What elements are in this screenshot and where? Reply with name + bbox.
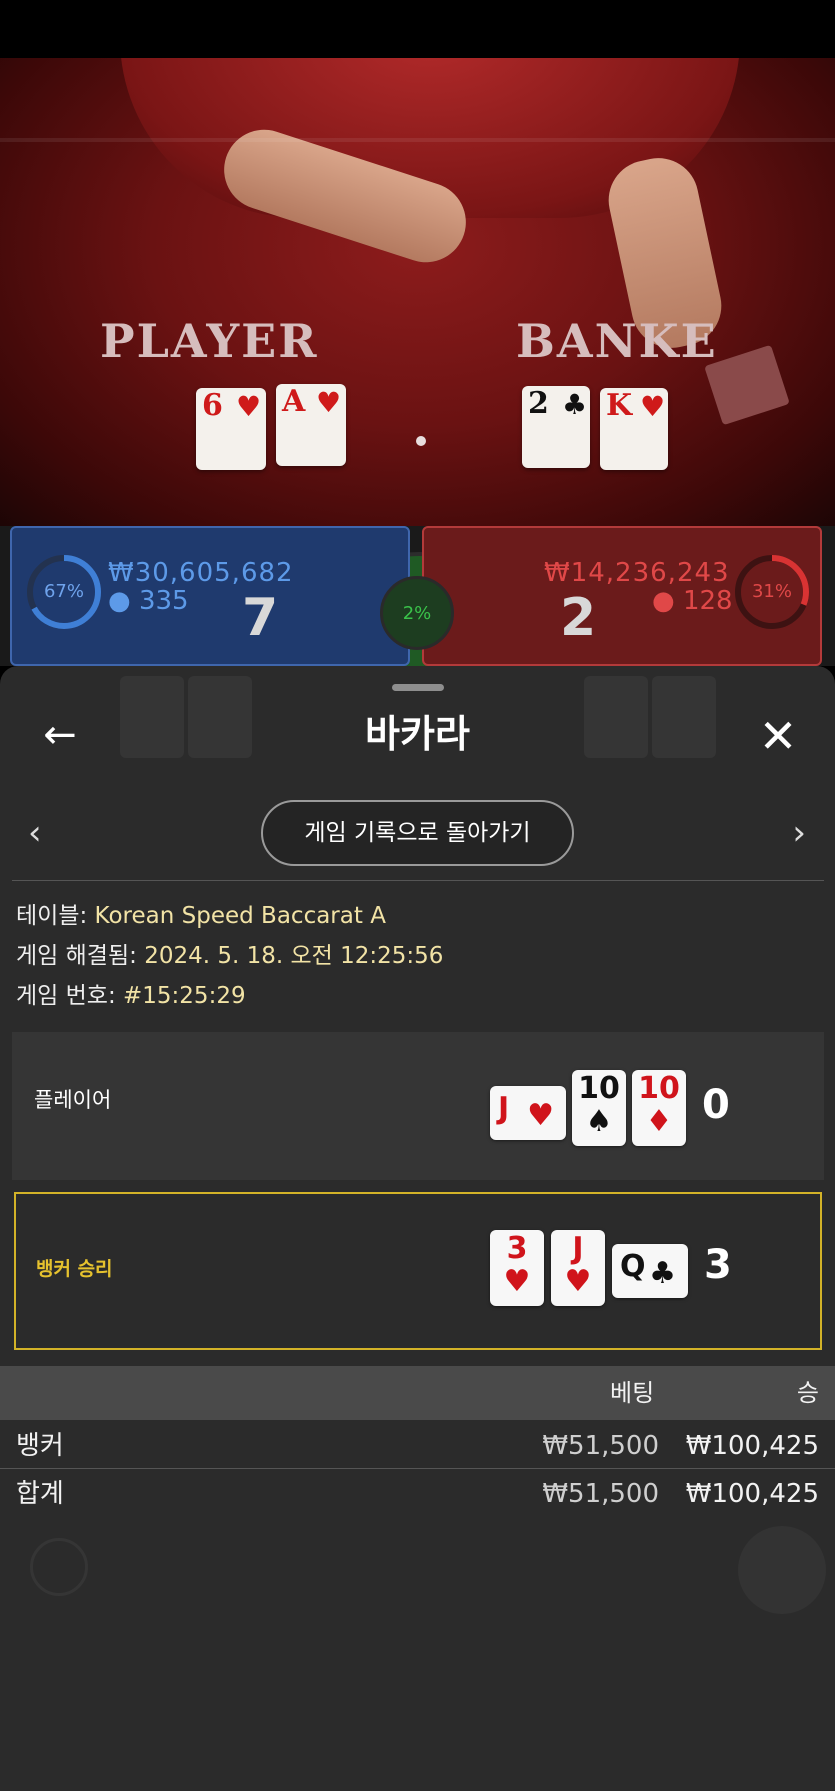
banker-result-card-1: 3 ♥ [490,1230,544,1306]
total-win-amount: ₩100,425 [685,1479,819,1509]
banker-result-row: 뱅커 승리 3 ♥ J ♥ Q ♣ 3 [14,1192,822,1350]
card-suit: ♥ [503,1264,531,1299]
banker-bet-panel[interactable]: ₩14,236,243 ● 128 2 31% [422,526,822,666]
banker-result-score: 3 [704,1242,732,1288]
banker-total-amount: ₩14,236,243 [544,558,730,588]
table-edge [0,138,835,142]
bets-table-header: 베팅 승 [0,1366,835,1420]
sheet-drag-handle[interactable] [392,684,444,691]
table-label-player: PLAYER [100,314,319,368]
live-video: PLAYER BANKE 6 ♥ A ♥ 2 ♣ K ♥ [0,58,835,528]
info-table-value: Korean Speed Baccarat A [94,903,386,929]
card-suit: ♥ [564,1264,592,1299]
card-rank: Q [620,1249,646,1284]
card-rank: 6 [202,388,223,423]
sheet-title: 바카라 [365,712,470,756]
banker-result-card-3: Q ♣ [612,1244,688,1298]
info-table-label: 테이블: [16,903,88,929]
status-bar [0,0,835,58]
video-player-card-2: A ♥ [276,384,346,466]
chevron-right-icon[interactable]: › [776,808,806,858]
player-result-card-3: 10 ♦ [632,1070,686,1146]
card-suit: ♦ [645,1104,673,1139]
bet-amount: ₩51,500 [542,1431,659,1461]
chevron-left-icon[interactable]: ‹ [28,808,58,858]
banker-result-label: 뱅커 승리 [36,1258,113,1280]
card-suit: ♥ [316,386,342,419]
banker-result-card-2: J ♥ [551,1230,605,1306]
card-suit: ♥ [640,390,666,423]
player-score: 7 [242,588,279,648]
video-banker-card-2: K ♥ [600,388,668,470]
player-result-card-1: J ♥ [490,1086,566,1140]
card-rank: J [572,1231,584,1266]
info-resolved: 게임 해결됨: 2024. 5. 18. 오전 12:25:56 [16,940,443,972]
divider [0,1468,835,1469]
card-suit: ♣ [649,1256,676,1291]
banker-bettor-count: 128 [682,586,733,616]
close-icon[interactable]: ✕ [748,708,808,764]
tie-percent: 2% [402,603,432,624]
card-suit: ♥ [236,390,262,423]
player-result-row: 플레이어 J ♥ 10 ♠ 10 ♦ 0 [12,1032,824,1180]
video-banker-card-1: 2 ♣ [522,386,590,468]
info-round: 게임 번호: #15:25:29 [16,980,246,1012]
person-icon: ● [652,586,675,616]
player-percent: 67% [43,581,84,602]
card-rank: 10 [638,1071,680,1106]
chip-icon [30,1538,88,1596]
card-rank: 10 [578,1071,620,1106]
banker-bettors: ● 128 [652,586,733,616]
card-rank: K [606,388,633,423]
table-marker [416,436,426,446]
info-resolved-label: 게임 해결됨: [16,943,137,969]
divider [12,880,824,881]
header-win: 승 [796,1379,819,1407]
back-to-history-button[interactable]: 게임 기록으로 돌아가기 [261,800,574,866]
info-table: 테이블: Korean Speed Baccarat A [16,900,386,932]
info-round-label: 게임 번호: [16,983,116,1009]
total-bet-amount: ₩51,500 [542,1479,659,1509]
bets-row: 뱅커 ₩51,500 ₩100,425 [0,1422,835,1470]
banker-score: 2 [560,588,597,648]
table-label-banker: BANKE [516,314,718,368]
win-amount: ₩100,425 [685,1431,819,1461]
card-rank: 3 [506,1231,528,1266]
card-suit: ♣ [562,388,588,421]
card-suit: ♠ [585,1104,613,1139]
card-rank: A [282,384,306,419]
person-icon: ● [108,586,131,616]
header-bet: 베팅 [610,1379,655,1407]
banker-percent: 31% [751,581,792,602]
info-round-value: #15:25:29 [123,983,246,1009]
video-player-card-1: 6 ♥ [196,388,266,470]
player-result-label: 플레이어 [34,1088,112,1112]
bets-total-row: 합계 ₩51,500 ₩100,425 [0,1470,835,1518]
info-resolved-value: 2024. 5. 18. 오전 12:25:56 [144,943,444,969]
player-result-card-2: 10 ♠ [572,1070,626,1146]
card-rank: 2 [528,386,549,421]
player-result-score: 0 [702,1082,730,1128]
player-bettor-count: 335 [138,586,189,616]
player-bettors: ● 335 [108,586,189,616]
card-suit: ♥ [527,1098,554,1133]
bet-name: 뱅커 [16,1431,64,1461]
total-label: 합계 [16,1479,64,1509]
menu-icon [738,1526,826,1614]
card-rank: J [498,1091,510,1126]
player-total-amount: ₩30,605,682 [108,558,294,588]
player-bet-panel[interactable]: 67% ₩30,605,682 ● 335 7 [10,526,410,666]
